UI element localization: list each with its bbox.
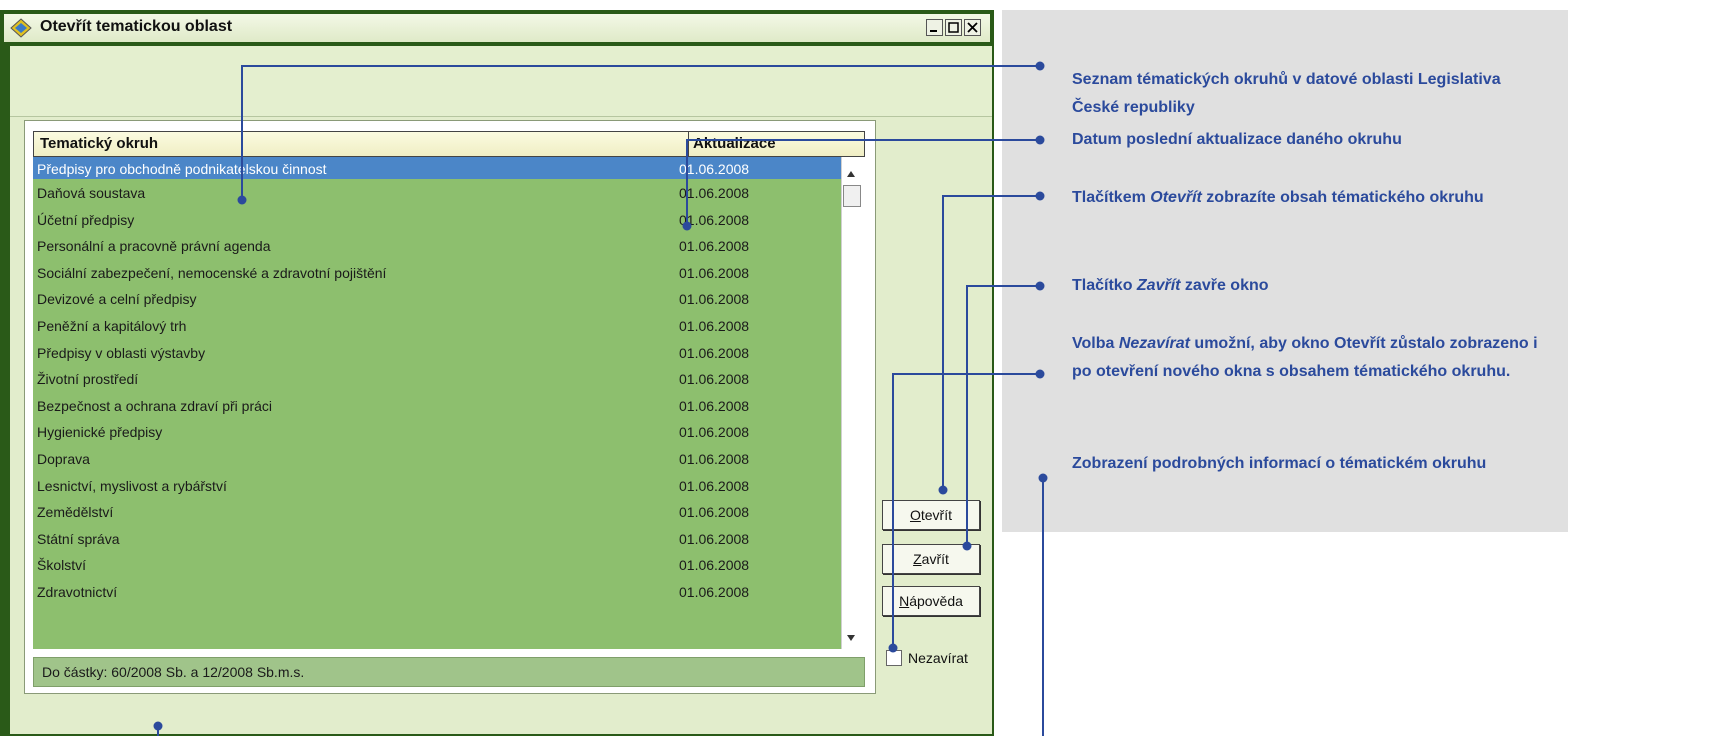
row-topic: Personální a pracovně právní agenda: [37, 238, 271, 255]
note-close-pre: Tlačítko: [1072, 277, 1137, 294]
annotation-panel: Seznam tématických okruhů v datové oblas…: [1002, 10, 1568, 532]
row-topic: Předpisy pro obchodně podnikatelskou čin…: [37, 161, 327, 177]
note-close-button: Tlačítko Zavřít zavře okno: [1072, 272, 1542, 300]
row-date: 01.06.2008: [679, 211, 750, 228]
row-topic: Zemědělství: [37, 504, 114, 521]
row-topic: Zdravotnictví: [37, 584, 118, 600]
table-row[interactable]: Hygienické předpisy 01.06.2008: [33, 420, 841, 446]
note-topic-list: Seznam tématických okruhů v datové oblas…: [1072, 71, 1501, 116]
table-row[interactable]: Předpisy pro obchodně podnikatelskou čin…: [33, 157, 841, 179]
list-header: Tematický okruh Aktualizace: [33, 131, 865, 157]
row-topic: Sociální zabezpečení, nemocenské a zdrav…: [37, 264, 387, 281]
row-topic: Devizové a celní předpisy: [37, 291, 197, 308]
topic-list-frame: Tematický okruh Aktualizace Předpisy pro…: [24, 120, 876, 694]
table-row[interactable]: Zemědělství 01.06.2008: [33, 500, 841, 526]
topic-list: Předpisy pro obchodně podnikatelskou čin…: [33, 157, 841, 649]
table-row[interactable]: Předpisy v oblasti výstavby 01.06.2008: [33, 341, 841, 367]
close-window-button[interactable]: [964, 19, 981, 36]
column-header-topic[interactable]: Tematický okruh: [40, 132, 680, 156]
note-keep-pre: Volba: [1072, 335, 1119, 352]
minimize-button[interactable]: [926, 19, 943, 36]
table-row[interactable]: Účetní předpisy 01.06.2008: [33, 208, 841, 234]
row-topic: Lesnictví, myslivost a rybářství: [37, 477, 227, 494]
open-button[interactable]: Otevřít: [882, 500, 980, 530]
close-accel: Z: [913, 551, 922, 567]
row-topic: Účetní předpisy: [37, 211, 135, 228]
scroll-up-arrow-icon[interactable]: [846, 165, 856, 183]
close-label: avřít: [921, 551, 949, 567]
table-row[interactable]: Daňová soustava 01.06.2008: [33, 181, 841, 207]
table-row[interactable]: Personální a pracovně právní agenda 01.06…: [33, 234, 841, 260]
row-date: 01.06.2008: [679, 185, 750, 201]
row-topic: Doprava: [37, 451, 90, 467]
status-bar: Do částky: 60/2008 Sb. a 12/2008 Sb.m.s.: [33, 657, 865, 687]
dialog-client-area: Tematický okruh Aktualizace Předpisy pro…: [10, 46, 992, 734]
table-row[interactable]: Lesnictví, myslivost a rybářství 01.06.20…: [33, 474, 841, 500]
vertical-scrollbar[interactable]: [841, 157, 862, 649]
open-accel: O: [909, 507, 921, 523]
note-update-date: Datum poslední aktualizace daného okruhu: [1072, 131, 1402, 148]
open-label: tevřít: [920, 507, 952, 523]
toolbar-area: [10, 46, 992, 117]
note-keep-open: Volba Nezavírat umožní, aby okno Otevřít…: [1072, 330, 1542, 386]
help-accel: N: [899, 593, 910, 609]
title-bar[interactable]: Otevřít tematickou oblast: [4, 14, 990, 42]
table-row[interactable]: Sociální zabezpečení, nemocenské a zdrav…: [33, 261, 841, 287]
row-date: 01.06.2008: [679, 264, 750, 281]
table-row[interactable]: Státní správa 01.06.2008: [33, 527, 841, 553]
note-close-em: Zavřít: [1136, 277, 1181, 294]
row-topic: Daňová soustava: [37, 185, 146, 201]
note-open-em: Otevřít: [1150, 189, 1202, 206]
table-row[interactable]: Doprava 01.06.2008: [33, 447, 841, 473]
row-topic: Bezpečnost a ochrana zdraví při práci: [37, 397, 273, 414]
table-row[interactable]: Školství 01.06.2008: [33, 553, 841, 579]
row-date: 01.06.2008: [679, 397, 750, 414]
row-topic: Školství: [37, 557, 87, 574]
note-open-post: zobrazíte obsah tématického okruhu: [1201, 189, 1484, 206]
table-row[interactable]: Devizové a celní předpisy 01.06.2008: [33, 287, 841, 313]
dialog-window: Otevřít tematickou oblast Tematický okru…: [0, 10, 994, 736]
keep-open-checkbox[interactable]: [886, 650, 902, 666]
row-date: 01.06.2008: [679, 318, 750, 334]
row-topic: Hygienické předpisy: [37, 424, 163, 441]
row-date: 01.06.2008: [679, 477, 750, 494]
app-diamond-icon: [10, 18, 32, 38]
row-date: 01.06.2008: [679, 291, 750, 308]
status-text: Do částky: 60/2008 Sb. a 12/2008 Sb.m.s.: [42, 664, 305, 680]
table-row[interactable]: Bezpečnost a ochrana zdraví při práci 01.…: [33, 394, 841, 420]
window-title: Otevřít tematickou oblast: [40, 18, 233, 35]
row-date: 01.06.2008: [679, 557, 750, 574]
row-topic: Peněžní a kapitálový trh: [37, 318, 187, 334]
note-open-button: Tlačítkem Otevřít zobrazíte obsah témati…: [1072, 184, 1542, 212]
row-date: 01.06.2008: [679, 344, 750, 361]
note-details: Zobrazení podrobných informací o tématic…: [1072, 455, 1487, 472]
note-open-pre: Tlačítkem: [1072, 189, 1151, 206]
table-row[interactable]: Zdravotnictví 01.06.2008: [33, 580, 841, 606]
note-close-post: zavře okno: [1180, 277, 1269, 294]
note-keep-em: Nezavírat: [1118, 335, 1190, 352]
row-date: 01.06.2008: [679, 451, 750, 467]
keep-open-label: Nezavírat: [908, 650, 968, 666]
row-topic: Státní správa: [37, 530, 120, 547]
row-date: 01.06.2008: [679, 238, 750, 255]
row-date: 01.06.2008: [679, 584, 750, 600]
maximize-button[interactable]: [945, 19, 962, 36]
close-button[interactable]: Zavřít: [882, 544, 980, 574]
row-topic: Životní prostředí: [37, 371, 139, 388]
row-date: 01.06.2008: [679, 504, 750, 521]
row-date: 01.06.2008: [679, 161, 750, 177]
help-button[interactable]: Nápověda: [882, 586, 980, 616]
table-row[interactable]: Životní prostředí 01.06.2008: [33, 367, 841, 393]
row-date: 01.06.2008: [679, 371, 750, 388]
scroll-thumb[interactable]: [843, 185, 861, 207]
row-date: 01.06.2008: [679, 424, 750, 441]
help-label: ápověda: [909, 593, 963, 609]
row-topic: Předpisy v oblasti výstavby: [37, 344, 206, 361]
scroll-down-arrow-icon[interactable]: [846, 629, 856, 647]
table-row[interactable]: Peněžní a kapitálový trh 01.06.2008: [33, 314, 841, 340]
row-date: 01.06.2008: [679, 530, 750, 547]
column-header-updated[interactable]: Aktualizace: [688, 132, 863, 156]
